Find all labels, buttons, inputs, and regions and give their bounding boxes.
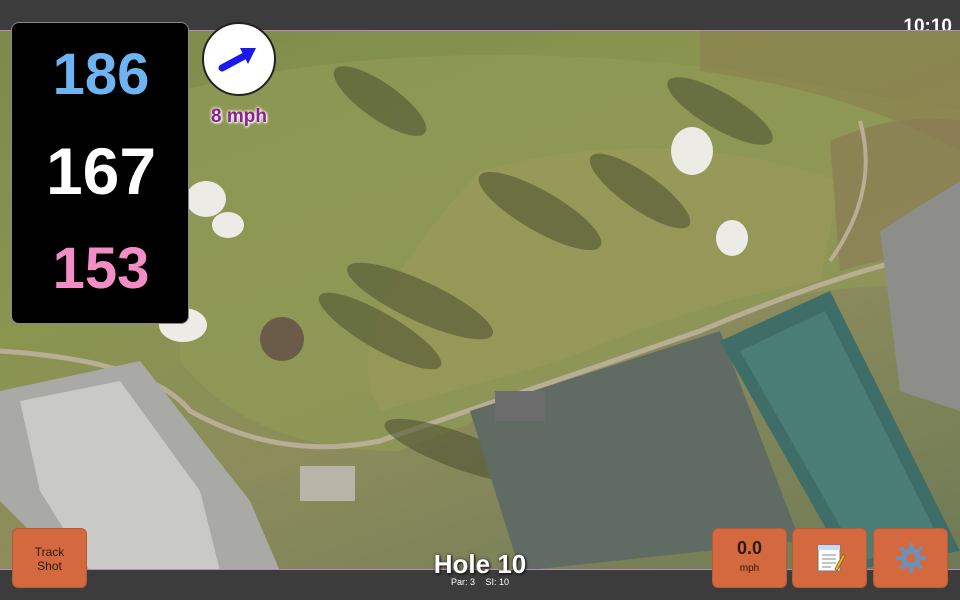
wind-speed-label: 8 mph [211, 106, 267, 127]
notepad-icon [817, 544, 845, 572]
gear-icon [895, 543, 926, 573]
speed-unit: mph [739, 563, 760, 574]
track-shot-button[interactable]: Track Shot [12, 528, 87, 588]
arrow-icon [218, 48, 256, 72]
track-shot-label-line2: Shot [37, 559, 62, 573]
front-yardage: 153 [52, 236, 150, 301]
notes-button[interactable] [792, 528, 867, 588]
hole-par: Par: 3 [450, 577, 475, 587]
speed-value: 0.0 [736, 538, 763, 558]
settings-button[interactable] [873, 528, 948, 588]
wind-direction-indicator [202, 22, 276, 96]
hole-info: Par: 3 SI: 10 [400, 577, 560, 587]
track-shot-label-line1: Track [34, 545, 65, 559]
hole-stroke-index: SI: 10 [485, 577, 510, 587]
center-yardage: 167 [45, 134, 157, 208]
speed-button[interactable]: 0.0 mph [712, 528, 787, 588]
hole-title: Hole 10 [433, 549, 527, 579]
yardage-panel: 186 167 153 [11, 22, 189, 324]
back-yardage: 186 [52, 42, 150, 107]
